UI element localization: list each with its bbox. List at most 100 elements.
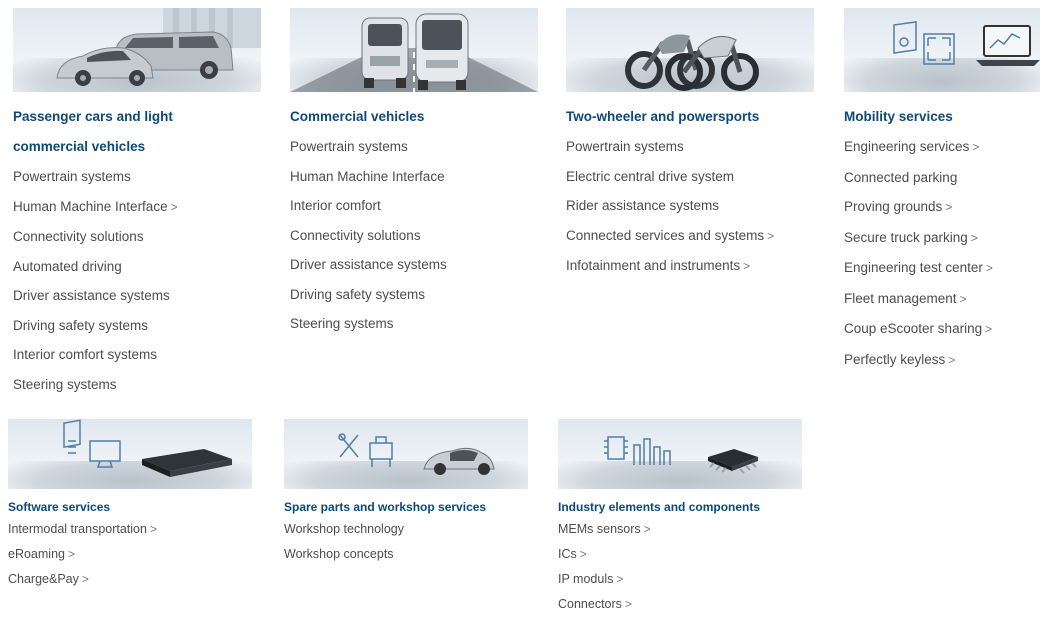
link-label[interactable]: Driving safety systems bbox=[290, 287, 425, 302]
link-eroaming[interactable]: eRoaming > bbox=[8, 542, 258, 567]
link-infotainment[interactable]: Infotainment and instruments > bbox=[566, 251, 816, 282]
link-label[interactable]: Human Machine Interface bbox=[13, 199, 168, 214]
link-connected-services[interactable]: Connected services and systems > bbox=[566, 221, 816, 252]
category-title[interactable]: Industry elements and components bbox=[558, 497, 818, 517]
link-label[interactable]: Workshop technology bbox=[284, 522, 404, 536]
link-ip-moduls[interactable]: IP moduls > bbox=[558, 567, 818, 592]
link-label[interactable]: MEMs sensors bbox=[558, 522, 641, 536]
link-hmi[interactable]: Human Machine Interface bbox=[290, 162, 540, 192]
link-driver-assistance[interactable]: Driver assistance systems bbox=[13, 281, 263, 311]
link-engineering-services[interactable]: Engineering services > bbox=[844, 132, 1044, 163]
link-label[interactable]: Infotainment and instruments bbox=[566, 258, 740, 273]
link-interior-comfort[interactable]: Interior comfort systems bbox=[13, 340, 263, 370]
link-connectivity-solutions[interactable]: Connectivity solutions bbox=[13, 222, 263, 252]
chevron-right-icon: > bbox=[67, 547, 75, 561]
link-intermodal-transportation[interactable]: Intermodal transportation > bbox=[8, 517, 258, 542]
link-label[interactable]: Proving grounds bbox=[844, 199, 942, 214]
link-connectivity-solutions[interactable]: Connectivity solutions bbox=[290, 221, 540, 251]
title-line-2[interactable]: commercial vehicles bbox=[13, 132, 263, 162]
title-text[interactable]: Two-wheeler and powersports bbox=[566, 109, 759, 124]
link-steering-systems[interactable]: Steering systems bbox=[290, 309, 540, 339]
link-mems-sensors[interactable]: MEMs sensors > bbox=[558, 517, 818, 542]
link-powertrain-systems[interactable]: Powertrain systems bbox=[13, 162, 263, 192]
title-text[interactable]: Software services bbox=[8, 500, 110, 514]
link-label[interactable]: Steering systems bbox=[13, 377, 117, 392]
link-workshop-technology[interactable]: Workshop technology bbox=[284, 517, 534, 542]
link-charge-pay[interactable]: Charge&Pay > bbox=[8, 567, 258, 592]
link-label[interactable]: Driving safety systems bbox=[13, 318, 148, 333]
link-label[interactable]: Human Machine Interface bbox=[290, 169, 445, 184]
link-hmi[interactable]: Human Machine Interface > bbox=[13, 192, 263, 223]
link-rider-assistance[interactable]: Rider assistance systems bbox=[566, 191, 816, 221]
link-label[interactable]: Connected services and systems bbox=[566, 228, 764, 243]
link-steering-systems[interactable]: Steering systems bbox=[13, 370, 263, 400]
car-van-image[interactable] bbox=[13, 8, 261, 92]
link-label[interactable]: Electric central drive system bbox=[566, 169, 734, 184]
link-list: Powertrain systems Human Machine Interfa… bbox=[13, 162, 263, 399]
link-label[interactable]: Secure truck parking bbox=[844, 230, 968, 245]
link-label[interactable]: Intermodal transportation bbox=[8, 522, 147, 536]
category-title[interactable]: Passenger cars and light commercial vehi… bbox=[13, 102, 263, 162]
link-label[interactable]: Interior comfort systems bbox=[13, 347, 157, 362]
link-label[interactable]: Interior comfort bbox=[290, 198, 381, 213]
category-title[interactable]: Mobility services bbox=[844, 102, 1044, 132]
link-label[interactable]: ICs bbox=[558, 547, 577, 561]
link-automated-driving[interactable]: Automated driving bbox=[13, 252, 263, 282]
link-coup-escooter[interactable]: Coup eScooter sharing > bbox=[844, 314, 1044, 345]
link-proving-grounds[interactable]: Proving grounds > bbox=[844, 192, 1044, 223]
link-workshop-concepts[interactable]: Workshop concepts bbox=[284, 542, 534, 567]
link-label[interactable]: eRoaming bbox=[8, 547, 65, 561]
link-label[interactable]: Workshop concepts bbox=[284, 547, 394, 561]
workshop-tools-image[interactable] bbox=[284, 419, 528, 489]
link-label[interactable]: Connectivity solutions bbox=[13, 229, 144, 244]
chip-components-image[interactable] bbox=[558, 419, 802, 489]
link-ics[interactable]: ICs > bbox=[558, 542, 818, 567]
link-label[interactable]: Engineering services bbox=[844, 139, 969, 154]
category-title[interactable]: Commercial vehicles bbox=[290, 102, 540, 132]
link-label[interactable]: Coup eScooter sharing bbox=[844, 321, 982, 336]
link-label[interactable]: Automated driving bbox=[13, 259, 122, 274]
link-powertrain-systems[interactable]: Powertrain systems bbox=[566, 132, 816, 162]
category-title[interactable]: Two-wheeler and powersports bbox=[566, 102, 816, 132]
link-label[interactable]: Powertrain systems bbox=[290, 139, 408, 154]
link-label[interactable]: Connectivity solutions bbox=[290, 228, 421, 243]
link-label[interactable]: Rider assistance systems bbox=[566, 198, 719, 213]
truck-bus-image[interactable] bbox=[290, 8, 538, 92]
link-label[interactable]: IP moduls bbox=[558, 572, 613, 586]
link-driving-safety[interactable]: Driving safety systems bbox=[290, 280, 540, 310]
link-electric-central-drive[interactable]: Electric central drive system bbox=[566, 162, 816, 192]
link-list: Intermodal transportation > eRoaming > Cha… bbox=[8, 517, 258, 592]
link-engineering-test-center[interactable]: Engineering test center > bbox=[844, 253, 1044, 284]
link-label[interactable]: Powertrain systems bbox=[566, 139, 684, 154]
link-connected-parking[interactable]: Connected parking bbox=[844, 163, 1044, 193]
link-powertrain-systems[interactable]: Powertrain systems bbox=[290, 132, 540, 162]
link-label[interactable]: Powertrain systems bbox=[13, 169, 131, 184]
link-label[interactable]: Perfectly keyless bbox=[844, 352, 945, 367]
link-label[interactable]: Charge&Pay bbox=[8, 572, 79, 586]
link-label[interactable]: Fleet management bbox=[844, 291, 957, 306]
chevron-right-icon: > bbox=[945, 200, 953, 214]
title-text[interactable]: Mobility services bbox=[844, 109, 953, 124]
title-text[interactable]: Commercial vehicles bbox=[290, 109, 424, 124]
link-perfectly-keyless[interactable]: Perfectly keyless > bbox=[844, 345, 1044, 376]
link-driving-safety[interactable]: Driving safety systems bbox=[13, 311, 263, 341]
title-line-1[interactable]: Passenger cars and light bbox=[13, 102, 263, 132]
motorcycles-image[interactable] bbox=[566, 8, 814, 92]
mobility-laptop-image[interactable] bbox=[844, 8, 1040, 92]
link-label[interactable]: Connected parking bbox=[844, 170, 957, 185]
link-label[interactable]: Driver assistance systems bbox=[13, 288, 170, 303]
title-text[interactable]: Industry elements and components bbox=[558, 500, 760, 514]
link-connectors[interactable]: Connectors > bbox=[558, 592, 818, 617]
title-text[interactable]: Spare parts and workshop services bbox=[284, 500, 486, 514]
link-label[interactable]: Connectors bbox=[558, 597, 622, 611]
link-interior-comfort[interactable]: Interior comfort bbox=[290, 191, 540, 221]
link-label[interactable]: Engineering test center bbox=[844, 260, 983, 275]
software-ecu-image[interactable] bbox=[8, 419, 252, 489]
category-title[interactable]: Spare parts and workshop services bbox=[284, 497, 534, 517]
link-label[interactable]: Driver assistance systems bbox=[290, 257, 447, 272]
link-fleet-management[interactable]: Fleet management > bbox=[844, 284, 1044, 315]
link-driver-assistance[interactable]: Driver assistance systems bbox=[290, 250, 540, 280]
category-title[interactable]: Software services bbox=[8, 497, 258, 517]
link-label[interactable]: Steering systems bbox=[290, 316, 394, 331]
link-secure-truck-parking[interactable]: Secure truck parking > bbox=[844, 223, 1044, 254]
